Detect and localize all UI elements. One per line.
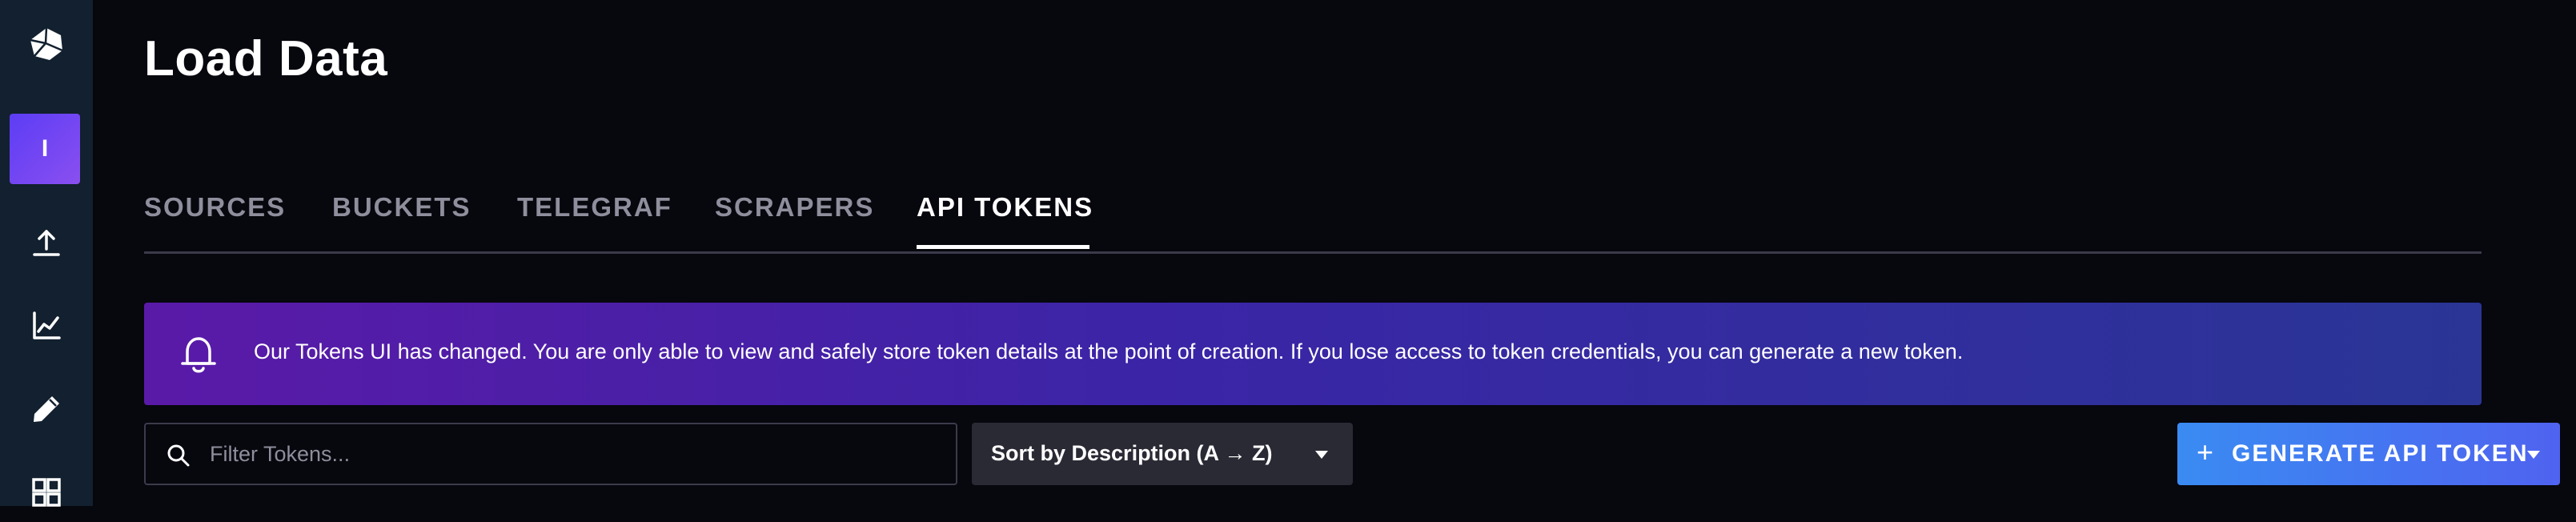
filter-tokens-input[interactable] <box>210 424 930 484</box>
sidebar-item-notebooks[interactable] <box>0 383 93 439</box>
plus-icon: + <box>2197 436 2214 468</box>
info-banner: Our Tokens UI has changed. You are only … <box>144 303 2482 405</box>
pencil-icon <box>30 393 62 429</box>
generate-api-token-label: GENERATE API TOKEN <box>2232 440 2529 467</box>
sidebar: I <box>0 0 93 507</box>
banner-message: Our Tokens UI has changed. You are only … <box>254 339 1964 363</box>
filter-tokens-search <box>144 423 957 485</box>
sort-dropdown-label: Sort by Description (A → Z) <box>991 441 1273 465</box>
sidebar-item-load-data[interactable] <box>0 216 93 272</box>
generate-api-token-button[interactable]: + GENERATE API TOKEN <box>2177 423 2560 485</box>
sidebar-item-dashboards[interactable] <box>0 466 93 522</box>
search-icon <box>167 444 191 472</box>
tab-buckets[interactable]: BUCKETS <box>332 192 471 223</box>
dashboard-grid-icon <box>30 476 62 512</box>
active-tab-indicator <box>917 245 1089 249</box>
caret-down-icon <box>1314 449 1329 464</box>
logo-button[interactable] <box>0 18 93 74</box>
line-chart-icon <box>30 310 62 346</box>
org-initial: I <box>41 135 49 162</box>
tab-api-tokens[interactable]: API TOKENS <box>917 192 1093 223</box>
page-title: Load Data <box>144 31 388 86</box>
sort-dropdown[interactable]: Sort by Description (A → Z) <box>972 423 1353 485</box>
tab-telegraf[interactable]: TELEGRAF <box>517 192 672 223</box>
bell-icon <box>175 330 223 382</box>
sidebar-item-data-explorer[interactable] <box>0 299 93 355</box>
tab-bar: SOURCES BUCKETS TELEGRAF SCRAPERS API TO… <box>144 184 2482 254</box>
caret-down-icon[interactable] <box>2526 449 2541 464</box>
org-switcher-button[interactable]: I <box>10 114 80 184</box>
tab-sources[interactable]: SOURCES <box>144 192 286 223</box>
upload-icon <box>30 227 62 263</box>
tab-scrapers[interactable]: SCRAPERS <box>715 192 874 223</box>
influx-cube-icon <box>28 26 65 66</box>
